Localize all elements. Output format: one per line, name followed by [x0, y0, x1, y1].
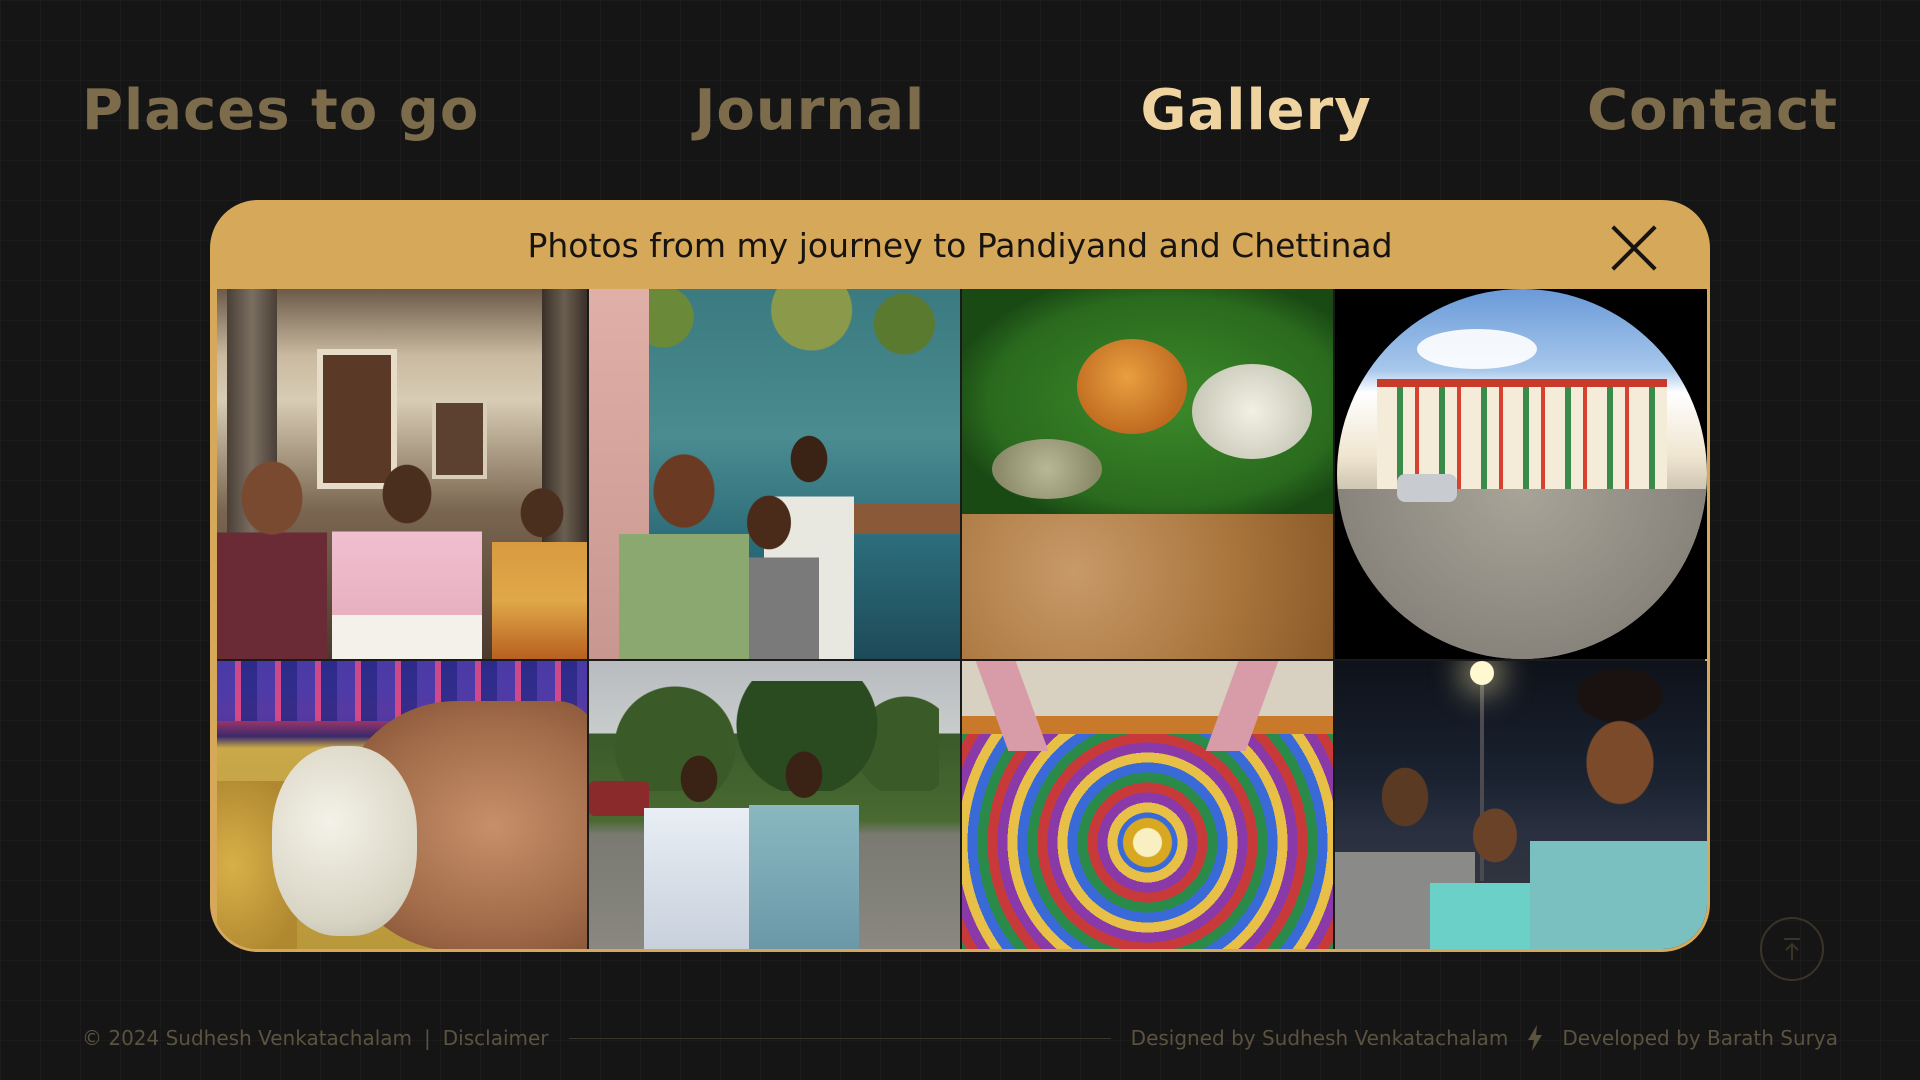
- nav-places-to-go[interactable]: Places to go: [82, 78, 479, 143]
- photo-rice-closeup[interactable]: [217, 661, 587, 949]
- photo-ceiling-pattern[interactable]: [962, 661, 1333, 949]
- footer: © 2024 Sudhesh Venkatachalam | Disclaime…: [82, 1024, 1838, 1052]
- photo-grid: [217, 289, 1707, 949]
- photo-food-on-leaf[interactable]: [962, 289, 1333, 659]
- footer-divider: [568, 1037, 1111, 1039]
- developed-by-text: Developed by Barath Surya: [1562, 1026, 1838, 1050]
- photo-fisheye-mansion[interactable]: [1335, 289, 1707, 659]
- photo-cafe-selfie[interactable]: [589, 289, 960, 659]
- disclaimer-link[interactable]: Disclaimer: [443, 1026, 549, 1050]
- modal-title: Photos from my journey to Pandiyand and …: [527, 225, 1393, 265]
- photo-family-porch[interactable]: [217, 289, 587, 659]
- gallery-modal: Photos from my journey to Pandiyand and …: [210, 200, 1710, 952]
- photo-night-selfie[interactable]: [1335, 661, 1707, 949]
- photo-two-friends-outdoors[interactable]: [589, 661, 960, 949]
- main-nav: Places to go Journal Gallery Contact: [82, 70, 1838, 150]
- designed-by-text: Designed by Sudhesh Venkatachalam: [1130, 1026, 1509, 1050]
- footer-separator: |: [424, 1026, 431, 1050]
- close-icon[interactable]: [1611, 225, 1657, 271]
- nav-journal[interactable]: Journal: [695, 78, 926, 143]
- copyright-text: © 2024 Sudhesh Venkatachalam: [82, 1026, 413, 1050]
- arrow-up-to-top-icon: [1784, 938, 1800, 960]
- nav-gallery[interactable]: Gallery: [1141, 78, 1372, 143]
- lightning-bolt-icon: [1526, 1025, 1544, 1051]
- nav-contact[interactable]: Contact: [1587, 78, 1838, 143]
- modal-header: Photos from my journey to Pandiyand and …: [213, 203, 1707, 287]
- back-to-top-button[interactable]: [1760, 917, 1824, 981]
